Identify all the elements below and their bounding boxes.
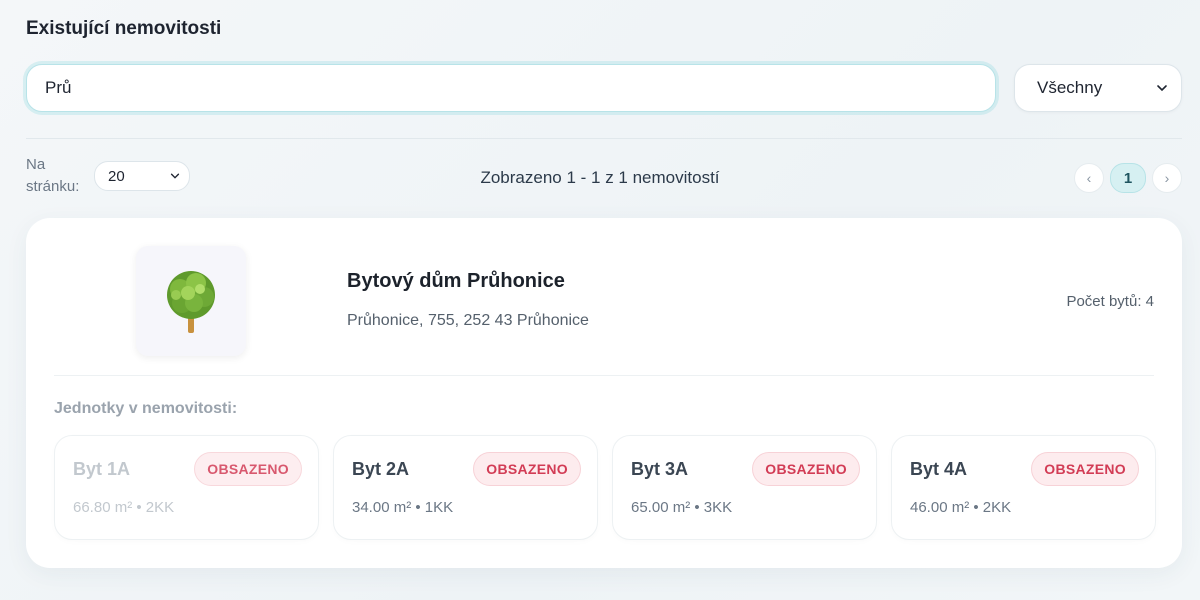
status-badge: OBSAZENO — [752, 452, 860, 486]
unit-card[interactable]: Byt 1A OBSAZENO 66.80 m² • 2KK — [54, 435, 319, 540]
unit-details: 34.00 m² • 1KK — [352, 499, 454, 516]
status-badge: OBSAZENO — [194, 452, 302, 486]
unit-card[interactable]: Byt 4A OBSAZENO 46.00 m² • 2KK — [891, 435, 1156, 540]
units-heading: Jednotky v nemovitosti: — [54, 400, 238, 417]
filter-select[interactable]: Všechny — [1014, 64, 1182, 112]
unit-name: Byt 1A — [73, 459, 131, 479]
unit-details: 66.80 m² • 2KK — [73, 499, 175, 516]
property-name: Bytový dům Průhonice — [347, 270, 565, 292]
property-thumbnail — [136, 246, 246, 356]
unit-card[interactable]: Byt 3A OBSAZENO 65.00 m² • 3KK — [612, 435, 877, 540]
divider — [26, 138, 1182, 139]
pagination: ‹ 1 › — [1074, 163, 1182, 193]
next-page-button[interactable]: › — [1152, 163, 1182, 193]
unit-name: Byt 4A — [910, 459, 968, 479]
page-title: Existující nemovitosti — [26, 18, 222, 39]
page-button-current[interactable]: 1 — [1110, 163, 1146, 193]
tree-icon — [167, 271, 215, 333]
search-input[interactable] — [26, 64, 996, 112]
property-address: Průhonice, 755, 252 43 Průhonice — [347, 312, 589, 329]
filter-select-value: Všechny — [1037, 78, 1103, 97]
unit-name: Byt 3A — [631, 459, 689, 479]
results-summary: Zobrazeno 1 - 1 z 1 nemovitostí — [480, 168, 720, 187]
unit-count: Počet bytů: 4 — [1066, 293, 1154, 310]
unit-card[interactable]: Byt 2A OBSAZENO 34.00 m² • 1KK — [333, 435, 598, 540]
prev-page-button[interactable]: ‹ — [1074, 163, 1104, 193]
search-row: Všechny — [26, 64, 1182, 112]
unit-details: 46.00 m² • 2KK — [910, 499, 1012, 516]
status-badge: OBSAZENO — [473, 452, 581, 486]
unit-list: Byt 1A OBSAZENO 66.80 m² • 2KK Byt 2A OB… — [54, 435, 1156, 540]
divider — [54, 375, 1154, 376]
status-badge: OBSAZENO — [1031, 452, 1139, 486]
unit-name: Byt 2A — [352, 459, 410, 479]
property-card[interactable]: Bytový dům Průhonice Průhonice, 755, 252… — [26, 218, 1182, 568]
unit-details: 65.00 m² • 3KK — [631, 499, 733, 516]
chevron-down-icon — [1155, 81, 1169, 95]
